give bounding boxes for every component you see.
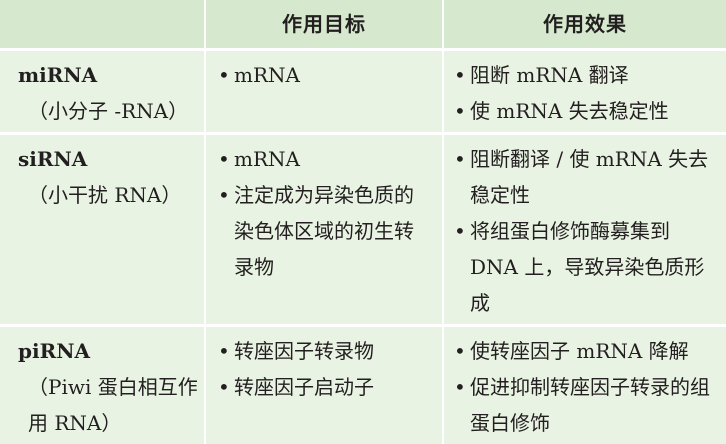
rna-note: （小干扰 RNA） — [28, 183, 182, 207]
rna-name-cell: miRNA （小分子 -RNA） — [18, 57, 198, 129]
effect-text: 阻断 mRNA 翻译 — [470, 63, 629, 87]
column-divider — [442, 0, 444, 444]
rna-name-cell: siRNA （小干扰 RNA） — [18, 141, 198, 213]
list-item: • 注定成为异染色质的染色体区域的初生转录物 — [218, 177, 434, 285]
row-divider — [0, 132, 726, 135]
bullet-icon: • — [454, 99, 466, 123]
list-item: • 促进抑制转座因子转录的组蛋白修饰 — [454, 369, 720, 441]
effect-text: 将组蛋白修饰酶募集到 DNA 上，导致异染色质形成 — [470, 219, 705, 315]
bullet-icon: • — [454, 375, 466, 399]
target-cell: • mRNA • 注定成为异染色质的染色体区域的初生转录物 — [218, 141, 434, 285]
bullet-icon: • — [218, 183, 230, 207]
rna-name: piRNA — [18, 339, 91, 363]
rna-note: （Piwi 蛋白相互作用 RNA） — [28, 375, 198, 435]
target-text: 转座因子启动子 — [234, 375, 374, 399]
target-cell: • 转座因子转录物 • 转座因子启动子 — [218, 333, 434, 405]
effect-cell: • 使转座因子 mRNA 降解 • 促进抑制转座因子转录的组蛋白修饰 — [454, 333, 720, 441]
bullet-icon: • — [218, 375, 230, 399]
list-item: • mRNA — [218, 141, 434, 177]
list-item: • 转座因子启动子 — [218, 369, 434, 405]
bullet-icon: • — [218, 63, 230, 87]
rna-name: siRNA — [18, 147, 88, 171]
bullet-icon: • — [454, 339, 466, 363]
list-item: • 使 mRNA 失去稳定性 — [454, 93, 720, 129]
target-text: mRNA — [234, 147, 300, 171]
column-divider — [204, 0, 206, 444]
effect-text: 使转座因子 mRNA 降解 — [470, 339, 689, 363]
list-item: • mRNA — [218, 57, 434, 93]
effect-text: 使 mRNA 失去稳定性 — [470, 99, 669, 123]
list-item: • 将组蛋白修饰酶募集到 DNA 上，导致异染色质形成 — [454, 213, 720, 321]
rna-name-cell: piRNA （Piwi 蛋白相互作用 RNA） — [18, 333, 198, 441]
target-cell: • mRNA — [218, 57, 434, 93]
bullet-icon: • — [454, 219, 466, 243]
rna-note: （小分子 -RNA） — [28, 99, 189, 123]
row-divider — [0, 48, 726, 51]
rna-name: miRNA — [18, 63, 98, 87]
header-cell-effect: 作用效果 — [543, 12, 627, 36]
bullet-icon: • — [218, 339, 230, 363]
row-divider — [0, 324, 726, 327]
bullet-icon: • — [218, 147, 230, 171]
effect-cell: • 阻断 mRNA 翻译 • 使 mRNA 失去稳定性 — [454, 57, 720, 129]
list-item: • 使转座因子 mRNA 降解 — [454, 333, 720, 369]
list-item: • 阻断翻译 / 使 mRNA 失去稳定性 — [454, 141, 720, 213]
bullet-icon: • — [454, 63, 466, 87]
target-text: 转座因子转录物 — [234, 339, 374, 363]
bullet-icon: • — [454, 147, 466, 171]
rna-comparison-table: 作用目标 作用效果 miRNA （小分子 -RNA） • mRNA • 阻断 mRN… — [0, 0, 726, 444]
header-cell-target: 作用目标 — [282, 12, 366, 36]
list-item: • 阻断 mRNA 翻译 — [454, 57, 720, 93]
target-text: 注定成为异染色质的染色体区域的初生转录物 — [234, 183, 414, 279]
header-cell-name — [0, 0, 204, 48]
list-item: • 转座因子转录物 — [218, 333, 434, 369]
target-text: mRNA — [234, 63, 300, 87]
effect-text: 阻断翻译 / 使 mRNA 失去稳定性 — [470, 147, 709, 207]
effect-cell: • 阻断翻译 / 使 mRNA 失去稳定性 • 将组蛋白修饰酶募集到 DNA 上，导… — [454, 141, 720, 321]
effect-text: 促进抑制转座因子转录的组蛋白修饰 — [470, 375, 710, 435]
